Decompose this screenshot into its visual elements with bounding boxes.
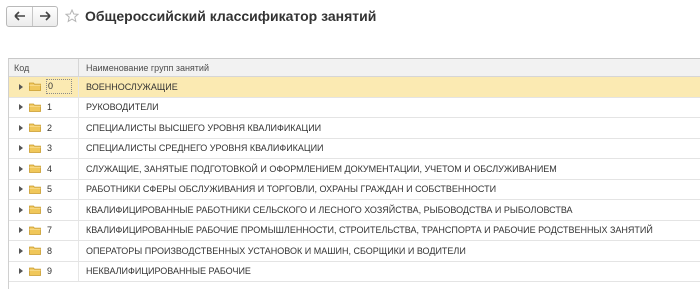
table-body: 0 ВОЕННОСЛУЖАЩИЕ 1 РУКОВОДИТЕЛИ 2 СПЕЦИАЛИСТЫ… xyxy=(9,77,700,282)
table-row[interactable]: 2 СПЕЦИАЛИСТЫ ВЫСШЕГО УРОВНЯ КВАЛИФИКАЦИИ xyxy=(9,118,700,139)
code-cell: 9 xyxy=(9,261,79,281)
table-row[interactable]: 3 СПЕЦИАЛИСТЫ СРЕДНЕГО УРОВНЯ КВАЛИФИКАЦИ… xyxy=(9,138,700,159)
arrow-right-icon xyxy=(40,11,51,21)
column-header-name[interactable]: Наименование групп занятий xyxy=(79,59,700,76)
code-value: 9 xyxy=(47,266,53,277)
favorite-button[interactable] xyxy=(65,9,79,23)
expand-triangle-icon[interactable] xyxy=(16,247,26,254)
table-row[interactable]: 6 КВАЛИФИЦИРОВАННЫЕ РАБОТНИКИ СЕЛЬСКОГО И… xyxy=(9,200,700,221)
table-row[interactable]: 7 КВАЛИФИЦИРОВАННЫЕ РАБОЧИЕ ПРОМЫШЛЕННОСТ… xyxy=(9,220,700,241)
table-header: Код Наименование групп занятий xyxy=(9,59,700,77)
code-cell: 6 xyxy=(9,200,79,220)
folder-icon xyxy=(29,185,41,194)
folder-icon xyxy=(29,246,41,256)
folder-icon xyxy=(29,226,41,235)
table-row[interactable]: 0 ВОЕННОСЛУЖАЩИЕ xyxy=(9,77,700,98)
group-name: ОПЕРАТОРЫ ПРОИЗВОДСТВЕННЫХ УСТАНОВОК И М… xyxy=(86,245,466,256)
expand-triangle-icon[interactable] xyxy=(16,206,26,213)
code-value: 1 xyxy=(47,102,53,113)
code-value: 6 xyxy=(47,204,53,215)
classifier-table: Код Наименование групп занятий 0 ВОЕННОСЛ… xyxy=(8,58,700,289)
group-name: КВАЛИФИЦИРОВАННЫЕ РАБОТНИКИ СЕЛЬСКОГО И … xyxy=(86,204,573,215)
column-header-code[interactable]: Код xyxy=(9,59,79,76)
code-cell: 5 xyxy=(9,179,79,199)
toolbar: Общероссийский классификатор занятий xyxy=(6,5,376,27)
code-value: 5 xyxy=(47,184,53,195)
star-icon xyxy=(65,9,79,23)
folder-icon xyxy=(29,144,41,153)
group-name: ВОЕННОСЛУЖАЩИЕ xyxy=(86,81,178,92)
group-name: КВАЛИФИЦИРОВАННЫЕ РАБОЧИЕ ПРОМЫШЛЕННОСТИ… xyxy=(86,225,653,236)
group-name: СПЕЦИАЛИСТЫ СРЕДНЕГО УРОВНЯ КВАЛИФИКАЦИИ xyxy=(86,143,324,154)
code-cell: 7 xyxy=(9,220,79,240)
folder-icon xyxy=(29,164,41,174)
expand-triangle-icon[interactable] xyxy=(16,124,26,131)
code-cell: 4 xyxy=(9,159,79,179)
expand-triangle-icon[interactable] xyxy=(16,104,26,111)
group-name: СЛУЖАЩИЕ, ЗАНЯТЫЕ ПОДГОТОВКОЙ И ОФОРМЛЕН… xyxy=(86,163,557,174)
expand-triangle-icon[interactable] xyxy=(16,268,26,275)
code-value: 2 xyxy=(47,122,53,133)
folder-icon xyxy=(29,103,41,112)
code-value: 0 xyxy=(46,79,73,95)
group-name: РАБОТНИКИ СФЕРЫ ОБСЛУЖИВАНИЯ И ТОРГОВЛИ,… xyxy=(86,184,497,195)
code-cell: 3 xyxy=(9,138,79,158)
expand-triangle-icon[interactable] xyxy=(16,165,26,172)
code-value: 8 xyxy=(47,245,53,256)
navigation-buttons xyxy=(6,5,58,27)
folder-icon xyxy=(29,123,41,133)
folder-icon xyxy=(29,267,41,276)
expand-triangle-icon[interactable] xyxy=(16,227,26,234)
code-value: 7 xyxy=(47,225,53,236)
code-cell: 8 xyxy=(9,241,79,261)
group-name: НЕКВАЛИФИЦИРОВАННЫЕ РАБОЧИЕ xyxy=(86,266,251,277)
table-row[interactable]: 4 СЛУЖАЩИЕ, ЗАНЯТЫЕ ПОДГОТОВКОЙ И ОФОРМЛЕ… xyxy=(9,159,700,180)
back-button[interactable] xyxy=(7,7,32,26)
page-title: Общероссийский классификатор занятий xyxy=(85,8,377,24)
code-cell: 0 xyxy=(9,77,79,97)
forward-button[interactable] xyxy=(32,6,57,26)
table-row[interactable]: 8 ОПЕРАТОРЫ ПРОИЗВОДСТВЕННЫХ УСТАНОВОК И … xyxy=(9,241,700,262)
table-row[interactable]: 9 НЕКВАЛИФИЦИРОВАННЫЕ РАБОЧИЕ xyxy=(9,261,700,282)
table-row[interactable]: 5 РАБОТНИКИ СФЕРЫ ОБСЛУЖИВАНИЯ И ТОРГОВЛИ… xyxy=(9,179,700,200)
expand-triangle-icon[interactable] xyxy=(16,186,26,193)
group-name: СПЕЦИАЛИСТЫ ВЫСШЕГО УРОВНЯ КВАЛИФИКАЦИИ xyxy=(86,122,322,133)
code-value: 4 xyxy=(47,163,53,174)
expand-triangle-icon[interactable] xyxy=(16,145,26,152)
table-row[interactable]: 1 РУКОВОДИТЕЛИ xyxy=(9,97,700,118)
arrow-left-icon xyxy=(13,11,25,21)
group-name: РУКОВОДИТЕЛИ xyxy=(86,102,159,113)
folder-icon xyxy=(29,205,41,215)
code-value: 3 xyxy=(47,143,53,154)
code-cell: 2 xyxy=(9,118,79,138)
folder-icon xyxy=(29,82,41,92)
expand-triangle-icon[interactable] xyxy=(16,83,26,90)
code-cell: 1 xyxy=(9,97,79,117)
